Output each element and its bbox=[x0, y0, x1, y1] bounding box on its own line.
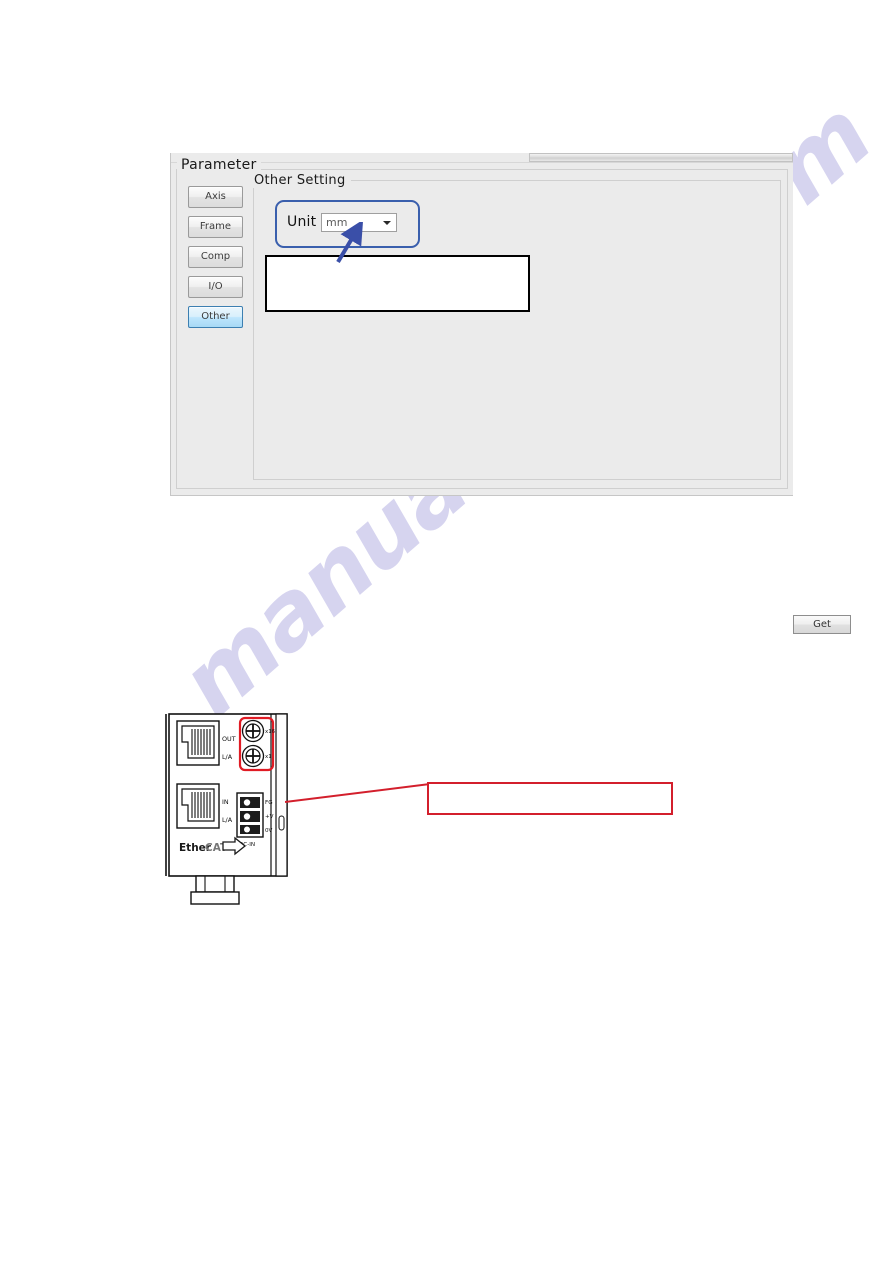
rotary-high-label: x16 bbox=[265, 729, 276, 735]
section-title: Other Setting bbox=[251, 173, 349, 188]
terminal-label-0v: 0V bbox=[265, 828, 273, 834]
din-rail-clip bbox=[190, 875, 240, 905]
page-title: Parameter bbox=[177, 157, 261, 173]
port-out-link-label: L/A bbox=[222, 753, 233, 761]
sidebar-item-frame[interactable]: Frame bbox=[188, 216, 243, 238]
port-out-label: OUT bbox=[222, 735, 236, 743]
blue-annotation-arrow bbox=[336, 222, 364, 264]
red-callout-box bbox=[427, 782, 673, 815]
rotary-low-label: x1 bbox=[265, 754, 272, 760]
sidebar-item-io[interactable]: I/O bbox=[188, 276, 243, 298]
port-in-link-label: L/A bbox=[222, 816, 233, 824]
parameter-category-nav: Axis Frame Comp I/O Other bbox=[188, 186, 246, 336]
terminal-label-plusv: +V bbox=[265, 814, 274, 820]
ethercat-device-figure: OUT L/A IN L/A x16 x1 FG +V 0V DC-IN Eth… bbox=[165, 713, 288, 905]
annotation-note-box bbox=[265, 255, 530, 312]
red-leader-line bbox=[285, 783, 430, 803]
chevron-down-icon bbox=[383, 221, 391, 225]
get-button[interactable]: Get bbox=[793, 615, 851, 634]
rotary-switch-x16 bbox=[241, 719, 265, 743]
rj45-in-port bbox=[176, 783, 220, 829]
port-in-label: IN bbox=[222, 798, 229, 806]
sidebar-item-comp[interactable]: Comp bbox=[188, 246, 243, 268]
parameter-panel: Parameter Axis Frame Comp I/O Other Othe… bbox=[170, 153, 851, 634]
panel-top-edge bbox=[171, 162, 793, 163]
other-setting-top-line bbox=[351, 180, 781, 181]
rj45-out-port bbox=[176, 720, 220, 766]
unit-label: Unit bbox=[287, 214, 317, 230]
dc-in-terminal bbox=[236, 792, 264, 838]
sidebar-item-axis[interactable]: Axis bbox=[188, 186, 243, 208]
sidebar-item-other[interactable]: Other bbox=[188, 306, 243, 328]
terminal-label-fg: FG bbox=[265, 800, 273, 806]
groupbox-top-line-right bbox=[261, 169, 788, 170]
rotary-switch-x1 bbox=[241, 744, 265, 768]
horizontal-scrollbar[interactable] bbox=[529, 153, 793, 162]
